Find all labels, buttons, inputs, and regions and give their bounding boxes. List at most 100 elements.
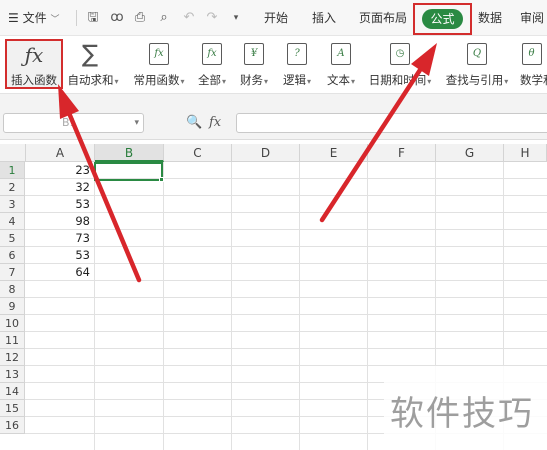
common-functions-button[interactable]: fx 常用函数▾	[128, 36, 190, 94]
gridline	[163, 162, 164, 450]
math-trig-label: 数学和	[520, 73, 547, 87]
menu-bar: ☰ 文件 ﹀ 🖫 ꝏ ⎙ ⌕ ↶ ↷ ▾ 开始 插入 页面布局 公式 数据 审阅	[0, 0, 547, 36]
column-header-g[interactable]: G	[436, 144, 504, 162]
fill-handle[interactable]	[159, 177, 164, 182]
formula-input[interactable]	[236, 113, 547, 133]
print-icon[interactable]: ⎙	[131, 9, 149, 27]
format-painter-icon[interactable]: ꝏ	[108, 9, 126, 27]
redo-icon[interactable]: ↷	[203, 9, 221, 27]
gridline	[25, 195, 547, 196]
row-header[interactable]: 7	[0, 264, 25, 281]
row-header[interactable]: 15	[0, 400, 25, 417]
math-icon: θ	[521, 43, 542, 65]
more-icon[interactable]: ▾	[227, 9, 245, 27]
tab-page-layout[interactable]: 页面布局	[359, 0, 407, 36]
menu-button[interactable]: ☰ 文件 ﹀	[8, 0, 59, 36]
text-button[interactable]: A 文本▾	[322, 36, 360, 94]
save-icon[interactable]: 🖫	[84, 9, 102, 27]
gridline	[25, 229, 547, 230]
row-header[interactable]: 5	[0, 230, 25, 247]
dropdown-caret-icon: ▾	[306, 77, 311, 86]
name-box[interactable]: B1 ▾	[3, 113, 144, 133]
row-header[interactable]: 6	[0, 247, 25, 264]
gridline	[25, 297, 547, 298]
row-header[interactable]: 10	[0, 315, 25, 332]
row-header[interactable]: 3	[0, 196, 25, 213]
gridline	[25, 212, 547, 213]
cell-a6[interactable]: 53	[26, 247, 93, 263]
name-box-value: B1	[62, 116, 77, 129]
tab-formulas[interactable]: 公式	[422, 9, 463, 29]
tab-insert[interactable]: 插入	[312, 0, 336, 36]
column-header-f[interactable]: F	[368, 144, 436, 162]
column-header-b[interactable]: B	[95, 144, 164, 162]
gridline	[94, 162, 95, 450]
row-header[interactable]: 8	[0, 281, 25, 298]
search-function-icon[interactable]: 🔍	[186, 113, 202, 133]
tab-formulas-highlight: 公式	[413, 3, 472, 35]
gridline	[25, 280, 547, 281]
column-header-h[interactable]: H	[504, 144, 547, 162]
column-header-c[interactable]: C	[164, 144, 232, 162]
lookup-reference-label-wrap: 查找与引用▾	[442, 72, 512, 88]
tab-home[interactable]: 开始	[264, 0, 288, 36]
gridline	[367, 162, 368, 450]
financial-button[interactable]: ¥ 财务▾	[235, 36, 273, 94]
lookup-reference-button[interactable]: Q 查找与引用▾	[442, 36, 512, 94]
tab-review[interactable]: 审阅	[520, 0, 544, 36]
all-functions-icon: fx	[202, 43, 222, 65]
select-all-corner[interactable]	[0, 144, 26, 162]
dropdown-caret-icon: ▾	[427, 77, 432, 86]
logical-button[interactable]: ? 逻辑▾	[278, 36, 316, 94]
autosum-label-wrap: 自动求和▾	[63, 72, 123, 88]
cell-a5[interactable]: 73	[26, 230, 93, 246]
text-label: 文本	[326, 73, 350, 87]
all-functions-button[interactable]: fx 全部▾	[193, 36, 231, 94]
print-preview-icon[interactable]: ⌕	[155, 9, 173, 27]
logical-label: 逻辑	[282, 73, 306, 87]
formula-bar: B1 ▾ 🔍 fx	[0, 94, 547, 140]
watermark-text: 软件技巧	[390, 394, 534, 434]
fx-label[interactable]: fx	[209, 113, 221, 133]
financial-label: 财务	[239, 73, 263, 87]
column-header-e[interactable]: E	[300, 144, 368, 162]
all-functions-label-wrap: 全部▾	[193, 72, 231, 88]
hamburger-icon: ☰	[8, 11, 19, 25]
undo-icon[interactable]: ↶	[180, 9, 198, 27]
row-header[interactable]: 16	[0, 417, 25, 434]
cell-a4[interactable]: 98	[26, 213, 93, 229]
row-header[interactable]: 2	[0, 179, 25, 196]
row-header[interactable]: 13	[0, 366, 25, 383]
active-cell-b1[interactable]	[94, 162, 164, 182]
gridline	[299, 162, 300, 450]
row-header[interactable]: 9	[0, 298, 25, 315]
row-header[interactable]: 14	[0, 383, 25, 400]
date-time-label: 日期和时间	[368, 73, 427, 87]
row-header[interactable]: 11	[0, 332, 25, 349]
common-functions-label-wrap: 常用函数▾	[128, 72, 190, 88]
row-header[interactable]: 4	[0, 213, 25, 230]
column-header-d[interactable]: D	[232, 144, 300, 162]
insert-function-button[interactable]: ƒx 插入函数	[5, 39, 63, 89]
cell-a3[interactable]: 53	[26, 196, 93, 212]
gridline	[25, 331, 547, 332]
text-label-wrap: 文本▾	[322, 72, 360, 88]
chevron-down-icon[interactable]: ▾	[134, 114, 139, 132]
fx-icon: ƒx	[24, 43, 44, 67]
logical-label-wrap: 逻辑▾	[278, 72, 316, 88]
cell-a2[interactable]: 32	[26, 179, 93, 195]
question-icon: ?	[287, 43, 307, 65]
gridline	[25, 314, 547, 315]
cell-a1[interactable]: 23	[26, 162, 93, 178]
row-header[interactable]: 1	[0, 162, 25, 179]
autosum-button[interactable]: ∑ 自动求和▾	[63, 36, 123, 94]
tab-data[interactable]: 数据	[478, 0, 502, 36]
math-trig-button[interactable]: θ 数学和	[516, 36, 547, 94]
date-time-button[interactable]: ◷ 日期和时间▾	[366, 36, 434, 94]
column-header-a[interactable]: A	[26, 144, 95, 162]
cell-a7[interactable]: 64	[26, 264, 93, 280]
dropdown-caret-icon: ▾	[221, 77, 226, 86]
toolbar-divider	[76, 10, 77, 26]
row-header[interactable]: 12	[0, 349, 25, 366]
dropdown-caret-icon: ▾	[180, 77, 185, 86]
